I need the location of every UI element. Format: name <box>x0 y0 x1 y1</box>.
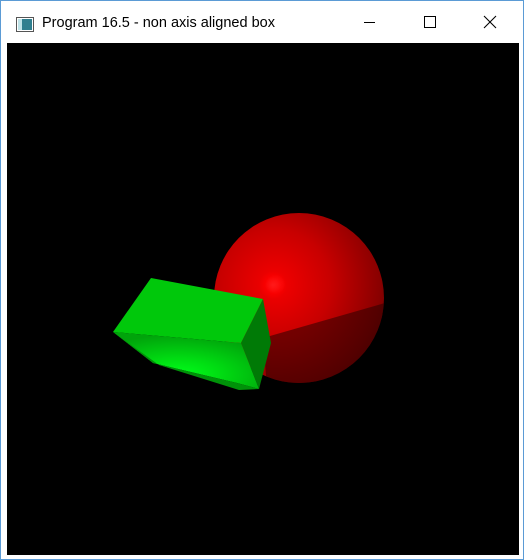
maximize-button[interactable] <box>401 1 459 43</box>
window-title: Program 16.5 - non axis aligned box <box>42 15 275 31</box>
minimize-icon <box>364 22 375 23</box>
close-button[interactable] <box>461 1 519 43</box>
app-window: Program 16.5 - non axis aligned box <box>0 0 524 560</box>
render-canvas[interactable] <box>7 43 519 555</box>
minimize-button[interactable] <box>341 1 399 43</box>
app-icon <box>16 17 34 32</box>
maximize-icon <box>424 16 436 28</box>
scene-svg <box>113 213 384 390</box>
close-icon <box>483 15 497 29</box>
title-bar[interactable]: Program 16.5 - non axis aligned box <box>1 1 523 43</box>
